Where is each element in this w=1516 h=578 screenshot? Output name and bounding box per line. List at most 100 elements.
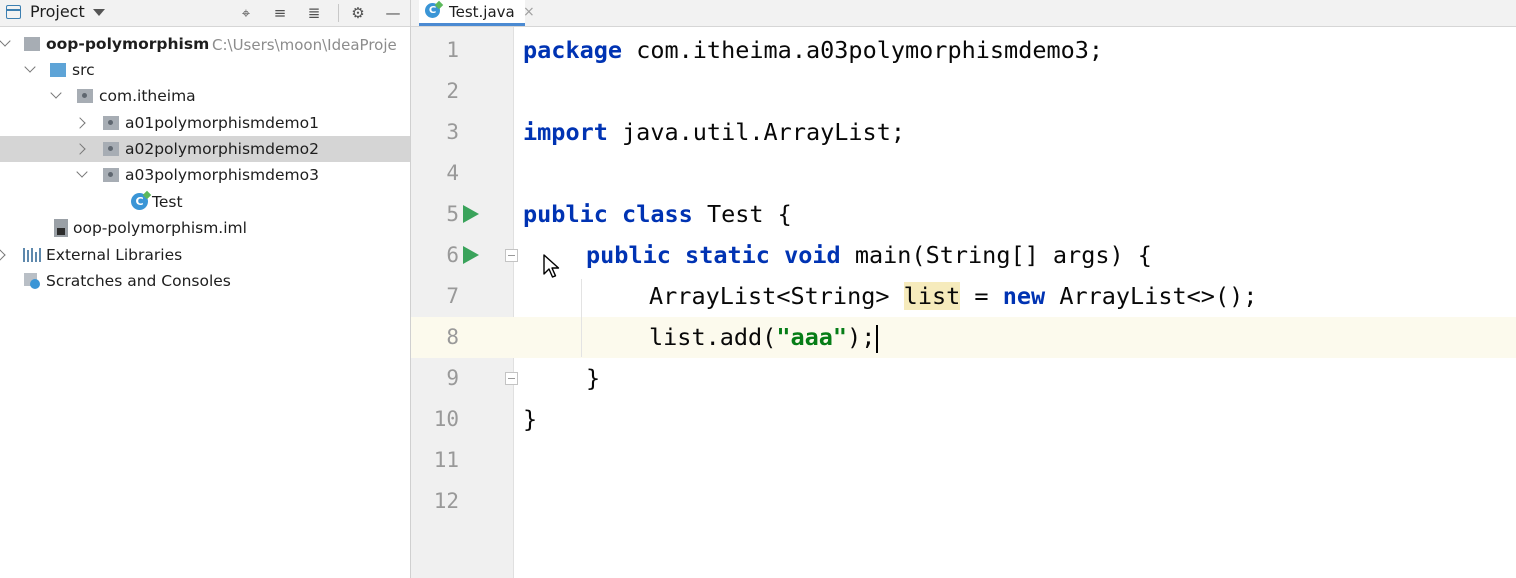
code-line-9[interactable]: } (586, 358, 600, 399)
line-number[interactable]: 3 (411, 112, 459, 153)
package-dot-icon (108, 146, 113, 151)
chevron-right-icon[interactable] (74, 143, 86, 155)
code-text: com.itheima.a03polymorphismdemo3; (622, 36, 1104, 64)
module-folder-icon (24, 37, 40, 51)
tree-item-demo2[interactable]: a02polymorphismdemo2 (0, 136, 410, 162)
collapse-all-icon[interactable]: ≣ (304, 3, 324, 23)
package-dot-icon (82, 93, 87, 98)
code-line-6[interactable]: public static void main(String[] args) { (586, 235, 1152, 276)
java-class-icon: C (425, 3, 440, 18)
chevron-down-icon[interactable] (24, 61, 36, 73)
keyword: static (685, 241, 770, 269)
code-text: Test { (692, 200, 792, 228)
line-number[interactable]: 6 (411, 235, 459, 276)
code-line-8[interactable]: list.add("aaa"); (649, 317, 879, 358)
line-number[interactable]: 1 (411, 30, 459, 71)
minimize-icon[interactable]: — (383, 3, 403, 23)
keyword: void (784, 241, 841, 269)
fold-marker-icon[interactable] (505, 372, 518, 385)
scratches-icon (24, 273, 40, 289)
line-number[interactable]: 10 (411, 399, 459, 440)
libraries-icon (23, 248, 43, 262)
text-caret (876, 324, 879, 353)
string-literal: "aaa" (776, 323, 848, 351)
keyword: new (1002, 282, 1046, 310)
code-line-7[interactable]: ArrayList<String> list = new ArrayList<>… (649, 276, 1257, 317)
tab-label: Test.java (449, 3, 515, 21)
tree-item-label: Test (152, 193, 183, 211)
tree-item-label: oop-polymorphism.iml (73, 219, 247, 237)
line-number[interactable]: 9 (411, 358, 459, 399)
run-class-icon[interactable] (463, 205, 479, 223)
code-line-1[interactable]: package com.itheima.a03polymorphismdemo3… (523, 30, 1103, 71)
current-line-highlight (411, 317, 1516, 358)
keyword: class (622, 200, 693, 228)
tree-item-test-class[interactable]: C Test (0, 189, 410, 215)
highlighted-identifier: list (903, 282, 961, 310)
module-file-icon (54, 219, 68, 237)
java-class-icon: C (131, 193, 148, 210)
tree-item-label: a01polymorphismdemo1 (125, 114, 319, 132)
keyword: public (523, 200, 608, 228)
code-line-10[interactable]: } (523, 399, 537, 440)
project-path: C:\Users\moon\IdeaProje (212, 36, 397, 54)
code-text: main(String[] args) { (840, 241, 1152, 269)
package-dot-icon (108, 120, 113, 125)
keyword: import (523, 118, 608, 146)
editor-tab-bar: C Test.java × (411, 0, 1516, 27)
code-text: ArrayList<String> (649, 282, 904, 310)
indent-guide (581, 279, 582, 357)
tree-item-demo1[interactable]: a01polymorphismdemo1 (0, 110, 410, 136)
tree-item-label: External Libraries (46, 246, 183, 264)
tree-item-src[interactable]: src (0, 57, 410, 83)
line-number[interactable]: 2 (411, 71, 459, 112)
chevron-down-icon[interactable] (93, 9, 105, 16)
keyword: public (586, 241, 671, 269)
expand-all-icon[interactable]: ≡ (270, 3, 290, 23)
source-folder-icon (50, 63, 66, 77)
code-text: ); (847, 323, 876, 351)
tree-item-label: a02polymorphismdemo2 (125, 140, 319, 158)
code-line-5[interactable]: public class Test { (523, 194, 792, 235)
close-icon[interactable]: × (523, 0, 535, 24)
project-view-icon (6, 5, 21, 19)
tree-item-project-root[interactable]: oop-polymorphism C:\Users\moon\IdeaProje (0, 31, 410, 57)
tree-item-iml-file[interactable]: oop-polymorphism.iml (0, 215, 410, 241)
code-line-3[interactable]: import java.util.ArrayList; (523, 112, 905, 153)
tree-item-external-libraries[interactable]: External Libraries (0, 242, 410, 268)
tab-test-java[interactable]: C Test.java × (419, 0, 535, 26)
line-number[interactable]: 4 (411, 153, 459, 194)
tree-item-package[interactable]: com.itheima (0, 83, 410, 109)
gear-icon[interactable]: ⚙ (348, 3, 368, 23)
line-number[interactable]: 5 (411, 194, 459, 235)
line-number[interactable]: 8 (411, 317, 459, 358)
line-number[interactable]: 11 (411, 440, 459, 481)
chevron-right-icon[interactable] (74, 117, 86, 129)
code-text: ArrayList<>(); (1045, 282, 1258, 310)
code-text: java.util.ArrayList; (607, 118, 906, 146)
tree-item-demo3[interactable]: a03polymorphismdemo3 (0, 162, 410, 188)
code-text: } (586, 364, 601, 392)
run-main-icon[interactable] (463, 246, 479, 264)
project-name: oop-polymorphism (46, 35, 210, 53)
project-panel-header: Project ⌖ ≡ ≣ ⚙ — (0, 0, 410, 27)
code-text: list.add( (649, 323, 777, 351)
package-dot-icon (108, 172, 113, 177)
code-text: = (960, 282, 1003, 310)
tree-item-label: a03polymorphismdemo3 (125, 166, 319, 184)
line-number[interactable]: 7 (411, 276, 459, 317)
chevron-down-icon[interactable] (76, 166, 88, 178)
keyword: package (523, 36, 623, 64)
tree-item-scratches[interactable]: Scratches and Consoles (0, 268, 410, 294)
tree-item-label: Scratches and Consoles (46, 272, 231, 290)
code-text: } (523, 405, 538, 433)
locate-icon[interactable]: ⌖ (236, 3, 256, 23)
chevron-down-icon[interactable] (0, 35, 11, 47)
fold-marker-icon[interactable] (505, 249, 518, 262)
project-panel-title[interactable]: Project (30, 2, 85, 22)
chevron-right-icon[interactable] (0, 249, 6, 261)
chevron-down-icon[interactable] (50, 87, 62, 99)
line-number[interactable]: 12 (411, 481, 459, 522)
tree-item-label: src (72, 61, 95, 79)
tree-item-label: com.itheima (99, 87, 196, 105)
